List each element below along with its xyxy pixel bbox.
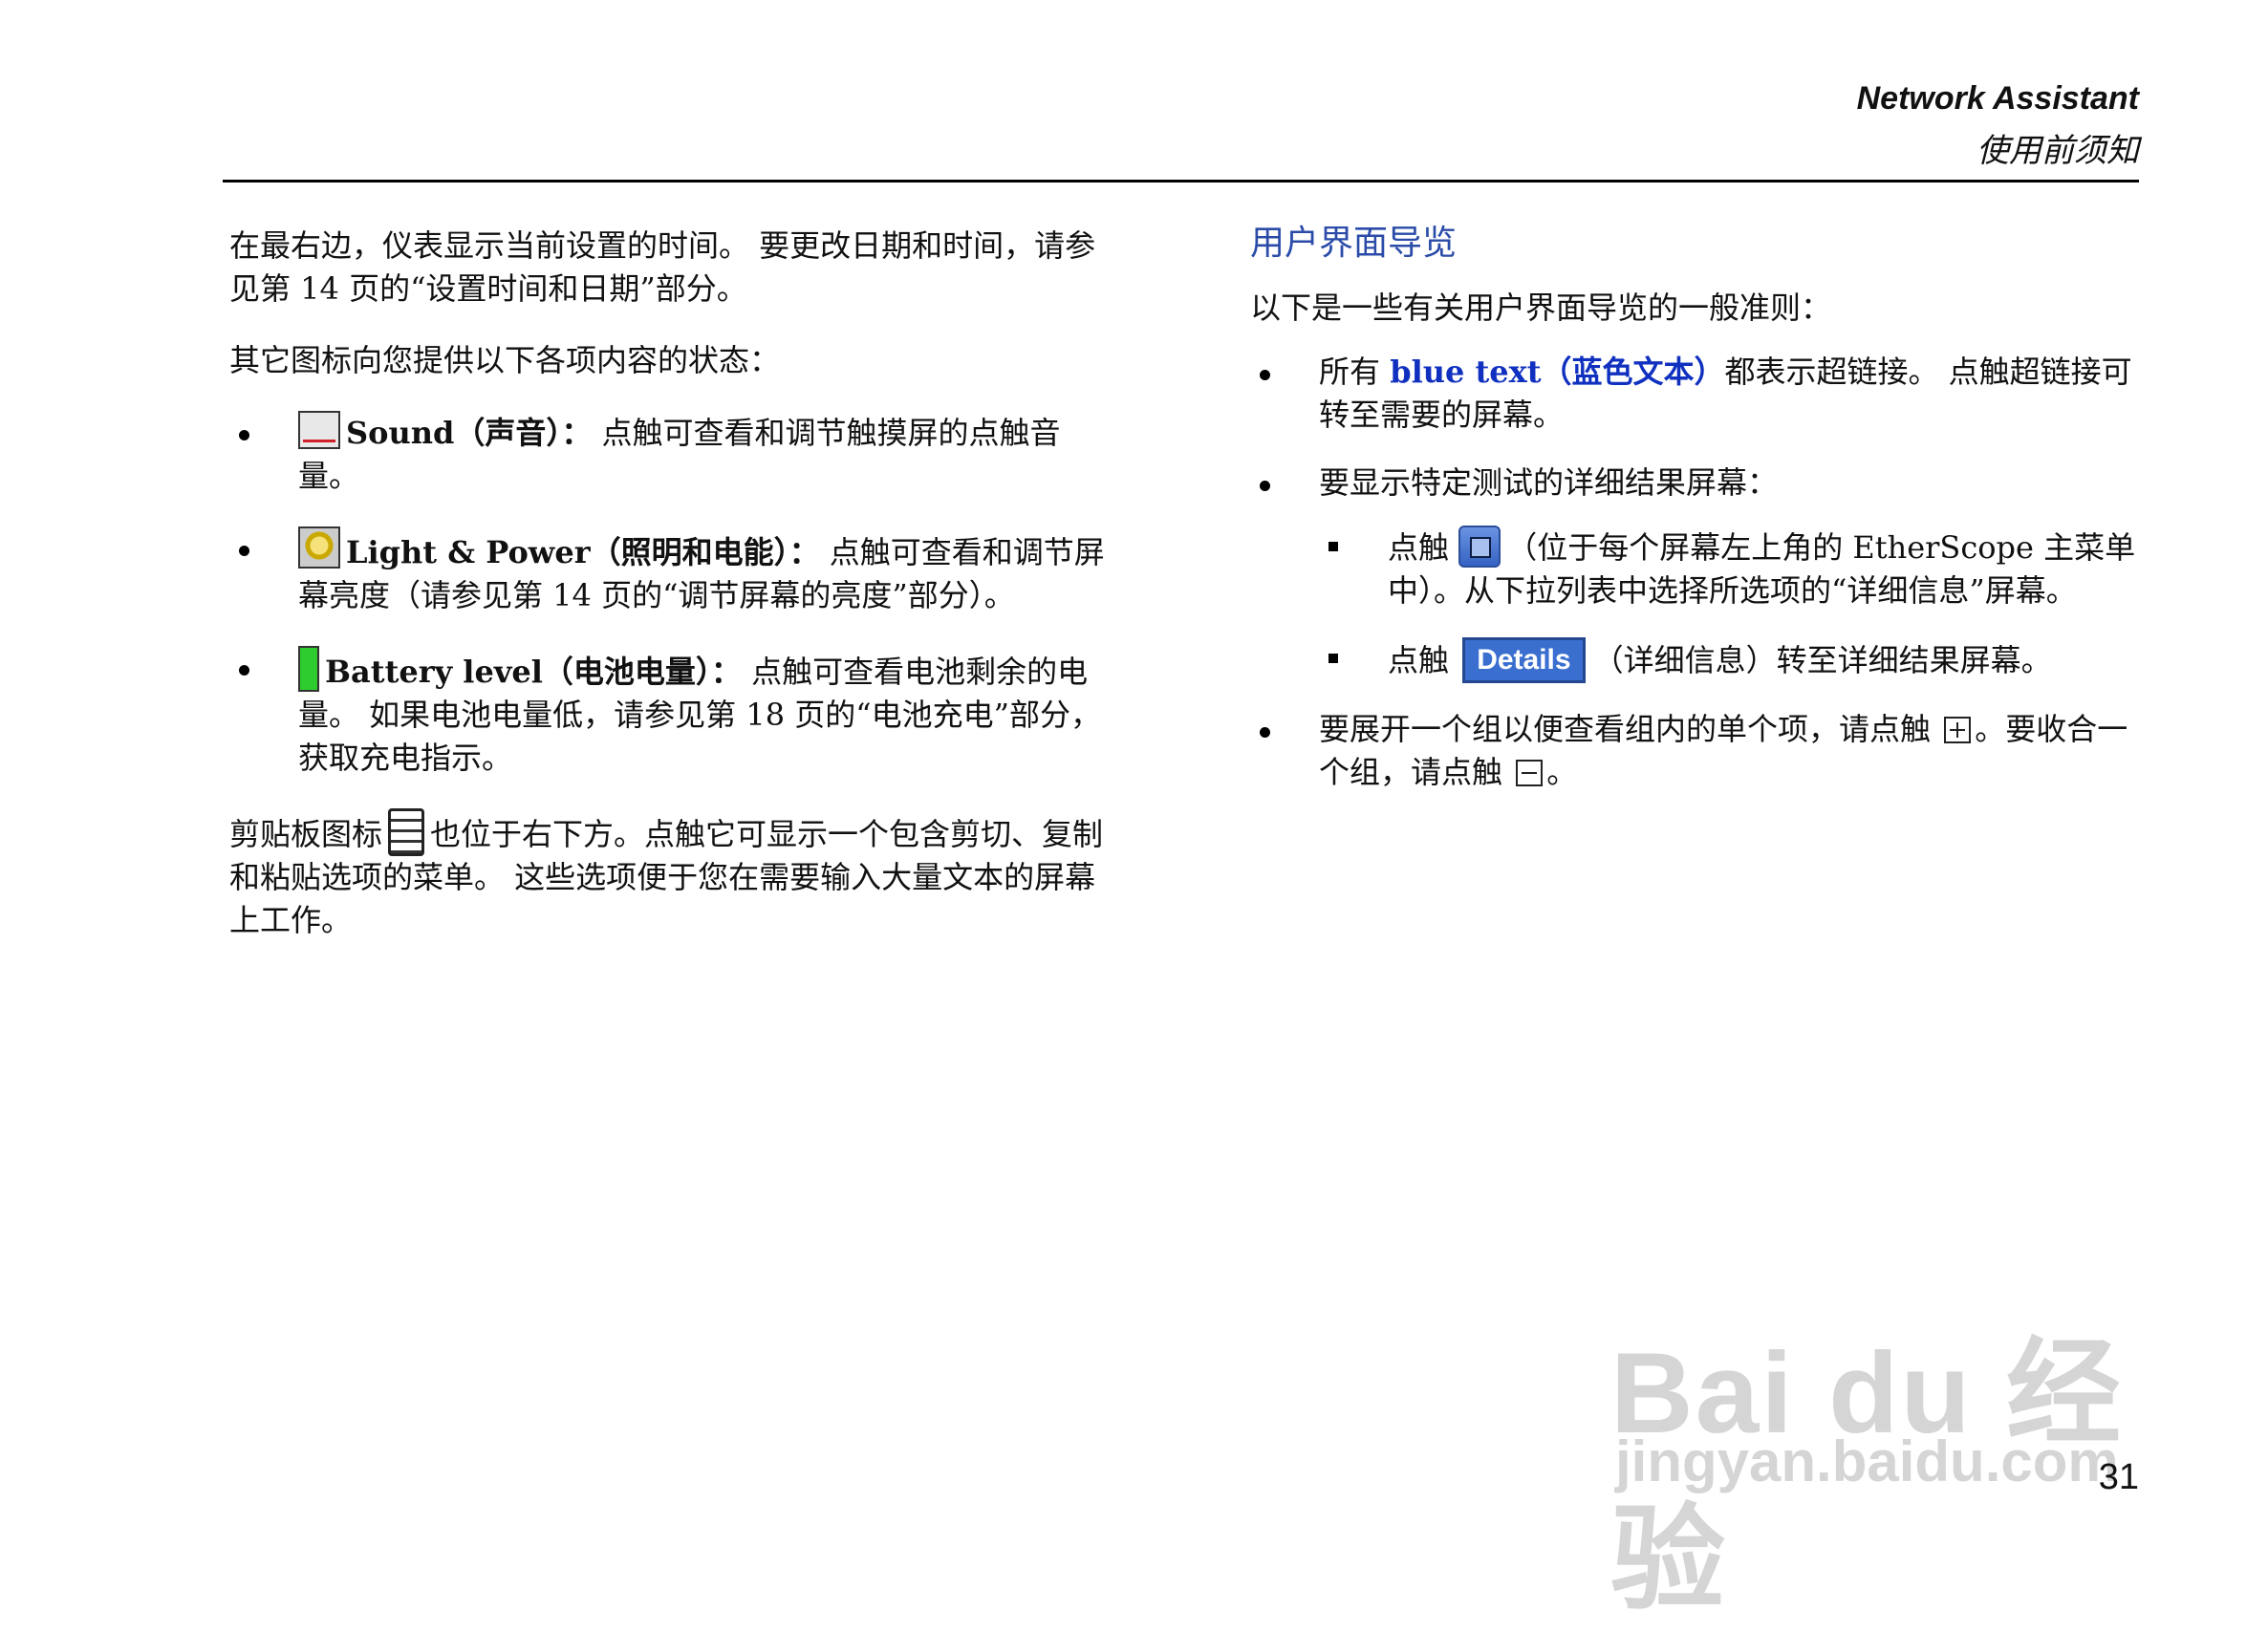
list-item-light-power: Light & Power（照明和电能）： 点触可查看和调节屏幕亮度（请参见第 …	[229, 526, 1109, 617]
step-menu: 点触 （位于每个屏幕左上角的 EtherScope 主菜单中）。从下拉列表中选择…	[1319, 526, 2139, 612]
sound-label: Sound（声音）：	[346, 415, 593, 451]
collapse-end: 。	[1546, 754, 1578, 790]
list-item-details-screen: 要显示特定测试的详细结果屏幕： 点触 （位于每个屏幕左上角的 EtherScop…	[1250, 462, 2139, 683]
blue-text-link[interactable]: blue text（蓝色文本）	[1390, 354, 1724, 390]
clipboard-text-before: 剪贴板图标	[229, 816, 383, 852]
guidelines-list: 所有 blue text（蓝色文本）都表示超链接。 点触超链接可转至需要的屏幕。…	[1250, 351, 2139, 794]
step-details-suffix: （详细信息）转至详细结果屏幕。	[1592, 642, 2052, 678]
light-power-label: Light & Power（照明和电能）：	[346, 534, 820, 570]
step-details: 点触 Details （详细信息）转至详细结果屏幕。	[1319, 637, 2139, 683]
clipboard-paragraph: 剪贴板图标 也位于右下方。点触它可显示一个包含剪切、复制和粘贴选项的菜单。 这些选…	[229, 808, 1109, 942]
watermark-url: jingyan.baidu.com	[1615, 1429, 2119, 1493]
list-item-expand-collapse: 要展开一个组以便查看组内的单个项，请点触 。要收合一个组，请点触 。	[1250, 708, 2139, 794]
header-title: Network Assistant	[1856, 80, 2139, 117]
expand-text: 要展开一个组以便查看组内的单个项，请点触	[1319, 711, 1941, 747]
icons-intro: 其它图标向您提供以下各项内容的状态：	[229, 342, 781, 378]
left-column: 在最右边，仪表显示当前设置的时间。 要更改日期和时间，请参见第 14 页的“设置…	[229, 225, 1109, 942]
guidelines-intro: 以下是一些有关用户界面导览的一般准则：	[1250, 290, 1832, 326]
list-item-battery: Battery level（电池电量）： 点触可查看电池剩余的电量。 如果电池电…	[229, 646, 1109, 780]
header-subtitle: 使用前须知	[1976, 132, 2139, 170]
battery-label: Battery level（电池电量）：	[325, 654, 742, 690]
expand-plus-icon[interactable]	[1944, 717, 1972, 743]
status-icon-list: Sound（声音）： 点触可查看和调节触摸屏的点触音量。 Light & Pow…	[229, 411, 1109, 780]
details-screen-text: 要显示特定测试的详细结果屏幕：	[1319, 464, 1779, 501]
speaker-icon	[298, 411, 340, 449]
collapse-minus-icon[interactable]	[1516, 760, 1544, 786]
time-paragraph: 在最右边，仪表显示当前设置的时间。 要更改日期和时间，请参见第 14 页的“设置…	[229, 227, 1096, 307]
baidu-watermark: Bai du 经验 jingyan.baidu.com	[1591, 1242, 2146, 1623]
list-item-sound: Sound（声音）： 点触可查看和调节触摸屏的点触音量。	[229, 411, 1109, 498]
step-details-prefix: 点触	[1388, 642, 1459, 678]
step-menu-prefix: 点触	[1388, 529, 1459, 566]
light-bulb-icon	[298, 526, 340, 569]
clipboard-icon	[388, 808, 425, 856]
list-item-blue-text: 所有 blue text（蓝色文本）都表示超链接。 点触超链接可转至需要的屏幕。	[1250, 351, 2139, 437]
battery-icon	[298, 646, 319, 692]
section-heading: 用户界面导览	[1250, 224, 1458, 263]
details-steps: 点触 （位于每个屏幕左上角的 EtherScope 主菜单中）。从下拉列表中选择…	[1319, 526, 2139, 683]
blue-text-prefix: 所有	[1319, 354, 1391, 390]
details-button[interactable]: Details	[1462, 637, 1586, 683]
page-number: 31	[2098, 1457, 2139, 1497]
header-rule	[223, 180, 2139, 183]
right-column: 用户界面导览 以下是一些有关用户界面导览的一般准则： 所有 blue text（…	[1250, 220, 2139, 794]
main-menu-icon[interactable]	[1458, 526, 1501, 568]
